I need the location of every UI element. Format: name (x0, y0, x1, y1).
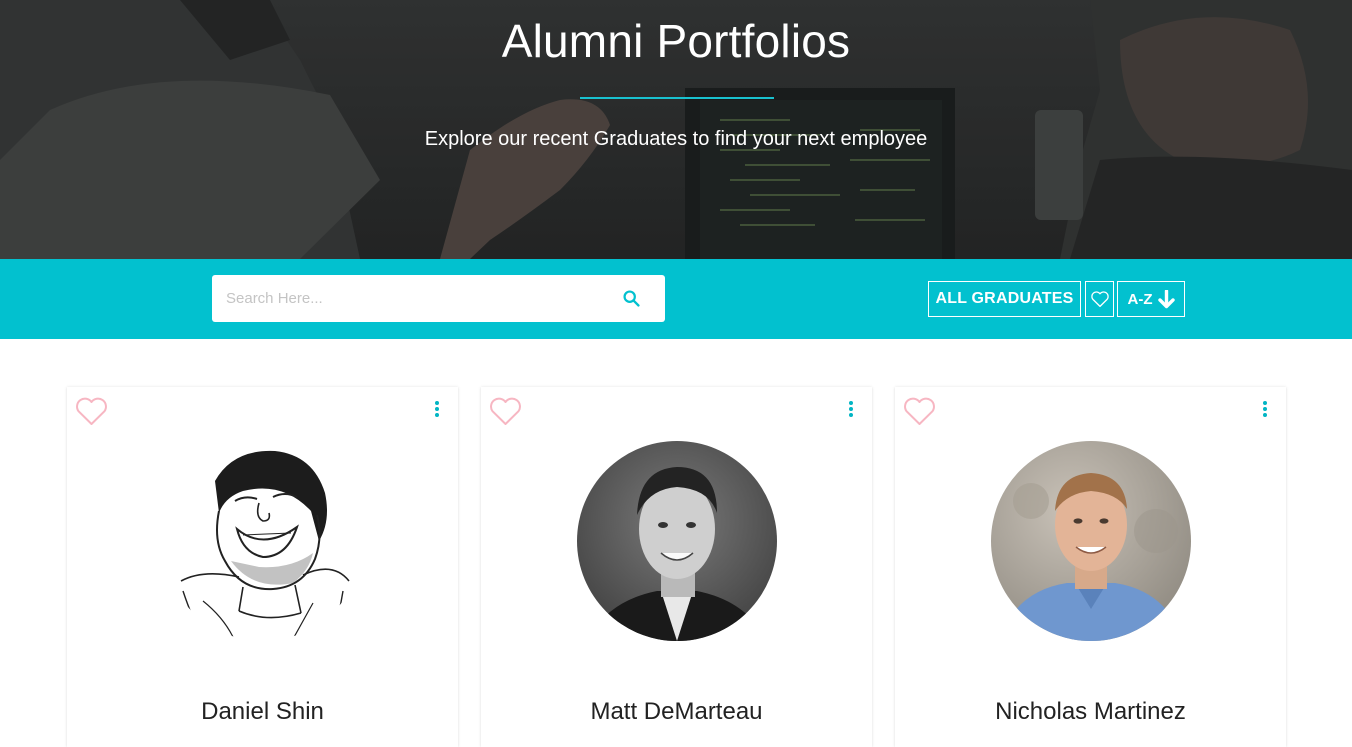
graduate-card[interactable]: Matt DeMarteau (481, 387, 872, 747)
graduate-card[interactable]: Daniel Shin (67, 387, 458, 747)
search-icon[interactable] (621, 288, 643, 310)
sort-label: A-Z (1127, 290, 1153, 308)
graduate-name[interactable]: Matt DeMarteau (481, 698, 872, 726)
arrow-down-icon (1157, 289, 1175, 308)
graduate-name[interactable]: Nicholas Martinez (895, 698, 1286, 726)
avatar (163, 441, 363, 641)
graduate-card[interactable]: Nicholas Martinez (895, 387, 1286, 747)
title-divider (580, 97, 774, 99)
heart-outline-icon[interactable] (489, 397, 522, 426)
avatar (577, 441, 777, 641)
avatar (991, 441, 1191, 641)
filter-toolbar: ALL GRADUATES A-Z (0, 259, 1352, 339)
heart-outline-icon[interactable] (903, 397, 936, 426)
graduate-name[interactable]: Daniel Shin (67, 698, 458, 726)
kebab-menu-icon[interactable] (1257, 399, 1273, 419)
avatar-image (577, 441, 777, 641)
search-input[interactable] (226, 275, 606, 322)
search-box (212, 275, 665, 322)
all-graduates-button[interactable]: ALL GRADUATES (928, 281, 1081, 317)
page-title: Alumni Portfolios (501, 15, 851, 67)
favorites-filter-button[interactable] (1085, 281, 1114, 317)
heart-outline-icon (1090, 291, 1109, 308)
hero-banner: Alumni Portfolios Explore our recent Gra… (0, 0, 1352, 259)
avatar-image (163, 441, 363, 641)
sort-button[interactable]: A-Z (1117, 281, 1185, 317)
page-subtitle: Explore our recent Graduates to find you… (424, 128, 928, 150)
kebab-menu-icon[interactable] (843, 399, 859, 419)
all-graduates-label: ALL GRADUATES (935, 290, 1074, 307)
avatar-image (991, 441, 1191, 641)
kebab-menu-icon[interactable] (429, 399, 445, 419)
heart-outline-icon[interactable] (75, 397, 108, 426)
